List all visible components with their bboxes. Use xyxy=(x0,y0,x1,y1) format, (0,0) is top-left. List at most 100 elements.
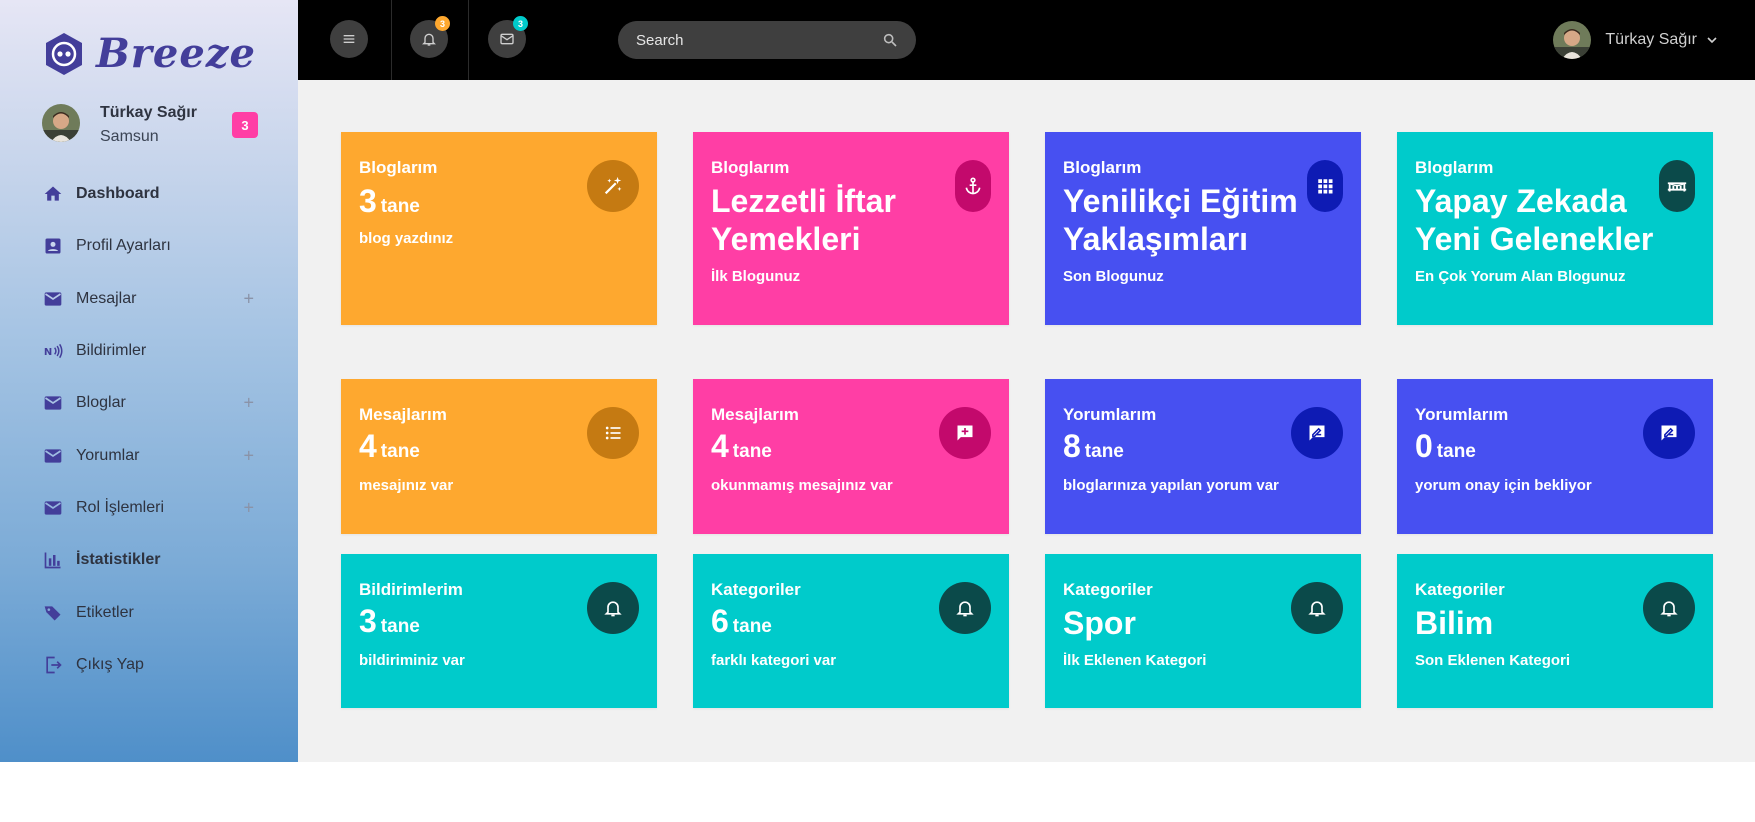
tags-icon xyxy=(42,602,64,624)
card-number: 6 xyxy=(711,603,729,639)
search-icon[interactable] xyxy=(882,32,898,48)
stat-card-most-commented-blog[interactable]: Bloglarım Yapay Zekada Yeni Gelenekler E… xyxy=(1397,132,1713,325)
card-label: Bloglarım xyxy=(711,158,790,177)
sidebar-item-statistics[interactable]: İstatistikler xyxy=(0,534,298,586)
card-subtitle: Son Blogunuz xyxy=(1063,268,1164,285)
profile-name: Türkay Sağır xyxy=(100,104,197,121)
logout-icon xyxy=(42,654,64,676)
user-menu[interactable]: Türkay Sağır xyxy=(1553,20,1717,60)
chart-icon xyxy=(42,549,64,571)
stat-card-received-comments[interactable]: Yorumlarım 8 tane bloglarınıza yapılan yo… xyxy=(1045,379,1361,534)
mail-icon xyxy=(42,497,64,519)
stat-card-last-category[interactable]: Kategoriler Bilim Son Eklenen Kategori xyxy=(1397,554,1713,708)
notifications-button[interactable]: 3 xyxy=(410,16,450,58)
card-number: 4 xyxy=(711,428,729,464)
card-label: Yorumlarım xyxy=(1415,405,1509,424)
chevron-down-icon xyxy=(1707,37,1717,44)
card-label: Bloglarım xyxy=(1415,158,1494,177)
stat-card-blog-count[interactable]: Bloglarım 3 tane blog yazdınız xyxy=(341,132,657,325)
home-icon xyxy=(42,183,64,205)
sidebar-item-profile-settings[interactable]: Profil Ayarları xyxy=(0,220,298,272)
card-label: Kategoriler xyxy=(1063,580,1153,599)
messages-count-badge: 3 xyxy=(513,16,528,31)
anchor-icon xyxy=(955,160,991,212)
card-subtitle: blog yazdınız xyxy=(359,230,454,247)
sidebar-item-label: Dashboard xyxy=(76,185,160,203)
card-label: Kategoriler xyxy=(711,580,801,599)
stat-card-pending-comments[interactable]: Yorumlarım 0 tane yorum onay için bekliyo… xyxy=(1397,379,1713,534)
sidebar: Breeze Türkay Sağır Samsun 3 Dashboard P… xyxy=(0,0,298,762)
rate-review-icon xyxy=(1643,407,1695,459)
brand-logo[interactable]: Breeze xyxy=(44,30,256,77)
magic-wand-icon xyxy=(587,160,639,212)
sidebar-nav: Dashboard Profil Ayarları Mesajlar + N B xyxy=(0,168,298,691)
expand-plus-icon[interactable]: + xyxy=(243,497,254,518)
stat-card-last-blog[interactable]: Bloglarım Yenilikçi Eğitim Yaklaşımları … xyxy=(1045,132,1361,325)
card-number: 8 xyxy=(1063,428,1081,464)
card-subtitle: okunmamış mesajınız var xyxy=(711,477,893,494)
avatar xyxy=(1553,21,1592,59)
search-input[interactable] xyxy=(618,21,868,59)
stat-card-first-category[interactable]: Kategoriler Spor İlk Eklenen Kategori xyxy=(1045,554,1361,708)
stat-card-notifications[interactable]: Bildirimlerim 3 tane bildiriminiz var xyxy=(341,554,657,708)
card-label: Kategoriler xyxy=(1415,580,1505,599)
card-subtitle: İlk Eklenen Kategori xyxy=(1063,652,1207,669)
card-subtitle: bloglarınıza yapılan yorum var xyxy=(1063,477,1279,494)
card-label: Bildirimlerim xyxy=(359,580,463,599)
svg-text:N: N xyxy=(44,347,52,358)
card-unit: tane xyxy=(1436,441,1476,462)
expand-plus-icon[interactable]: + xyxy=(243,288,254,309)
hamburger-icon xyxy=(343,35,355,43)
menu-toggle-button[interactable] xyxy=(330,20,368,58)
sidebar-item-label: Rol İşlemleri xyxy=(76,498,165,516)
list-icon xyxy=(587,407,639,459)
sidebar-item-label: Profil Ayarları xyxy=(76,237,171,255)
card-unit: tane xyxy=(732,441,772,462)
grid-icon xyxy=(1307,160,1343,212)
sidebar-item-messages[interactable]: Mesajlar + xyxy=(0,273,298,325)
card-label: Bloglarım xyxy=(359,158,438,177)
stat-card-messages[interactable]: Mesajlarım 4 tane mesajınız var xyxy=(341,379,657,534)
sidebar-item-notifications[interactable]: N Bildirimler xyxy=(0,325,298,377)
top-bar: 3 3 Türkay Sağır xyxy=(298,0,1755,80)
bell-icon xyxy=(1643,582,1695,634)
card-number: 4 xyxy=(359,428,377,464)
app: Breeze Türkay Sağır Samsun 3 Dashboard P… xyxy=(0,0,1755,762)
avatar[interactable] xyxy=(42,104,80,142)
profile-badge: 3 xyxy=(232,112,258,138)
card-title: Yapay Zekada Yeni Gelenekler xyxy=(1415,183,1654,257)
card-subtitle: yorum onay için bekliyor xyxy=(1415,477,1592,494)
sidebar-item-blogs[interactable]: Bloglar + xyxy=(0,377,298,429)
avatar-image xyxy=(1553,21,1592,59)
bell-icon xyxy=(939,582,991,634)
sidebar-item-comments[interactable]: Yorumlar + xyxy=(0,429,298,481)
card-label: Mesajlarım xyxy=(359,405,447,424)
card-title: Lezzetli İftar Yemekleri xyxy=(711,183,896,257)
stat-card-unread-messages[interactable]: Mesajlarım 4 tane okunmamış mesajınız var xyxy=(693,379,1009,534)
sidebar-item-label: Çıkış Yap xyxy=(76,655,144,673)
sidebar-item-role-operations[interactable]: Rol İşlemleri + xyxy=(0,482,298,534)
sidebar-item-label: Yorumlar xyxy=(76,446,140,464)
card-label: Bloglarım xyxy=(1063,158,1142,177)
card-subtitle: farklı kategori var xyxy=(711,652,837,669)
card-number: 3 xyxy=(359,183,377,219)
card-subtitle: En Çok Yorum Alan Blogunuz xyxy=(1415,268,1626,285)
card-label: Yorumlarım xyxy=(1063,405,1157,424)
sidebar-item-dashboard[interactable]: Dashboard xyxy=(0,168,298,220)
bell-icon xyxy=(1291,582,1343,634)
expand-plus-icon[interactable]: + xyxy=(243,393,254,414)
sidebar-profile[interactable]: Türkay Sağır Samsun 3 xyxy=(42,104,260,148)
sidebar-item-logout[interactable]: Çıkış Yap xyxy=(0,639,298,691)
card-subtitle: bildiriminiz var xyxy=(359,652,465,669)
brand-name: Breeze xyxy=(96,30,256,77)
card-number: 0 xyxy=(1415,428,1433,464)
topbar-divider xyxy=(391,0,392,80)
dashboard-main: Bloglarım 3 tane blog yazdınız Bloglarım … xyxy=(298,80,1755,762)
stat-card-categories-count[interactable]: Kategoriler 6 tane farklı kategori var xyxy=(693,554,1009,708)
card-title: Yenilikçi Eğitim Yaklaşımları xyxy=(1063,183,1298,257)
stat-card-first-blog[interactable]: Bloglarım Lezzetli İftar Yemekleri İlk B… xyxy=(693,132,1009,325)
messages-button[interactable]: 3 xyxy=(488,16,528,58)
expand-plus-icon[interactable]: + xyxy=(243,445,254,466)
sidebar-item-tags[interactable]: Etiketler xyxy=(0,586,298,638)
bridge-icon xyxy=(1659,160,1695,212)
